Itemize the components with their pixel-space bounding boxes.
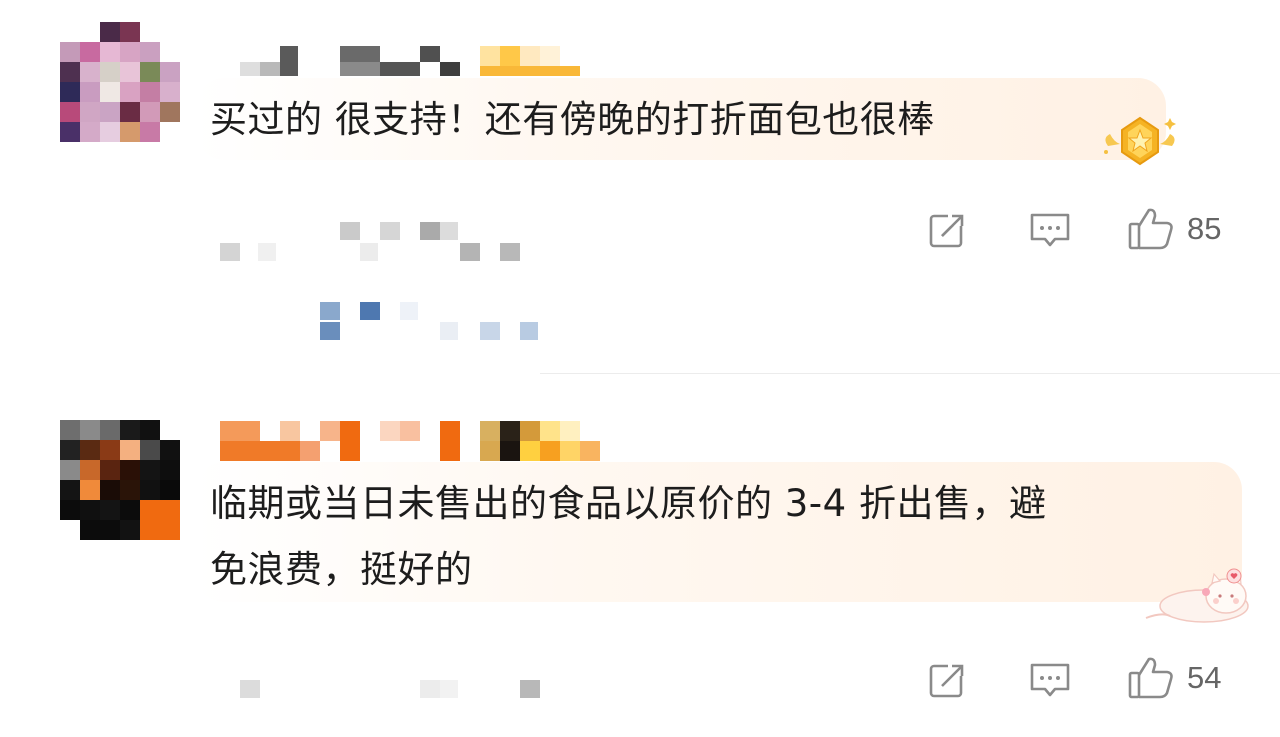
share-button[interactable] — [928, 210, 968, 250]
reply-button[interactable] — [1028, 660, 1072, 700]
comment-icon — [1030, 663, 1070, 697]
share-icon — [929, 662, 968, 698]
share-button[interactable] — [928, 660, 968, 700]
username[interactable] — [220, 421, 600, 461]
like-button[interactable]: 54 — [1127, 655, 1221, 701]
comment-text-line-2: 免浪费，挺好的 — [210, 548, 473, 591]
username[interactable] — [240, 42, 580, 76]
reply-button[interactable] — [1028, 210, 1072, 250]
user-avatar[interactable] — [60, 22, 180, 142]
like-count: 85 — [1187, 211, 1222, 246]
comment-divider — [540, 373, 1280, 374]
thumbs-up-icon — [1128, 657, 1173, 699]
like-count: 54 — [1187, 660, 1222, 695]
comment-icon — [1030, 213, 1070, 247]
comment-text-line-1: 临期或当日未售出的食品以原价的 3-4 折出售，避 — [210, 482, 1047, 525]
like-button[interactable]: 85 — [1127, 206, 1221, 252]
thumbs-up-icon — [1128, 208, 1173, 250]
comment-text: 买过的 很支持！还有傍晚的打折面包也很棒 — [210, 98, 935, 141]
user-avatar[interactable] — [60, 420, 180, 540]
cute-cat-sticker-icon — [1142, 566, 1252, 626]
share-icon — [929, 212, 968, 248]
gold-star-medal-icon — [1100, 112, 1180, 172]
